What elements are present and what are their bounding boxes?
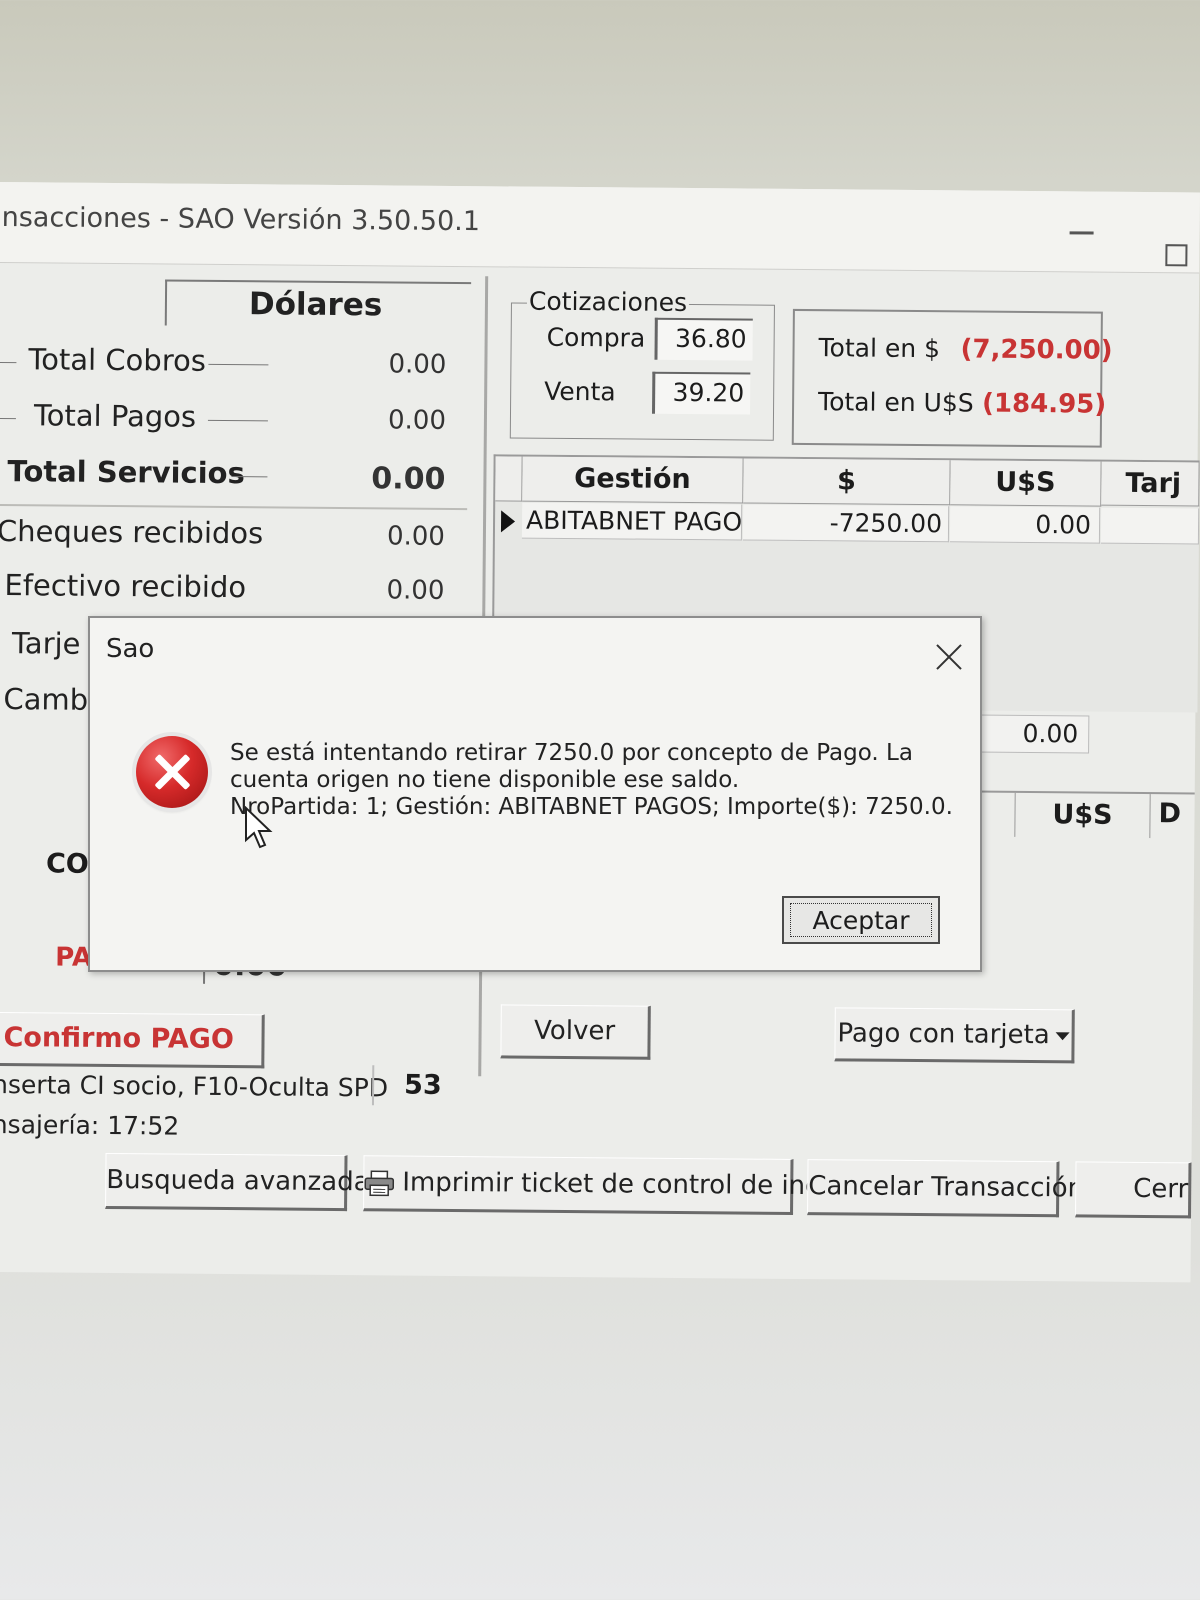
summary-value: 0.00: [371, 461, 446, 497]
dialog-message: Se está intentando retirar 7250.0 por co…: [230, 740, 953, 821]
summary-row-total-pagos: Total Pagos 0.00: [0, 398, 468, 442]
dialog-message-line: cuenta origen no tiene disponible ese sa…: [230, 767, 740, 793]
summary-value: 0.00: [386, 575, 445, 606]
busqueda-avanzada-button[interactable]: Busqueda avanzada: [105, 1152, 370, 1212]
summary-label: Total Pagos: [33, 398, 197, 434]
grid-cell-gestion[interactable]: ABITABNET PAGOS: [521, 502, 743, 541]
summary-label: Cheques recibidos: [0, 513, 264, 551]
grid-cell-tarjeta[interactable]: [1100, 507, 1200, 545]
summary-separator: [0, 503, 468, 511]
imprimir-label: Imprimir ticket de control de ingreso: [402, 1167, 878, 1202]
status-hint: nserta CI socio, F10-Oculta SPD: [0, 1069, 389, 1103]
dialog-title: Sao: [106, 634, 155, 664]
mouse-cursor-icon: [245, 806, 273, 849]
row-leader: [0, 361, 17, 364]
summary-value: 0.00: [386, 521, 446, 552]
pa-label: PA: [55, 942, 93, 973]
dropdown-caret-icon: [1055, 1031, 1070, 1040]
volver-button[interactable]: Volver: [500, 1004, 651, 1060]
dialog-message-line: Se está intentando retirar 7250.0 por co…: [230, 740, 913, 766]
grid-header-tarjeta[interactable]: Tarj: [1101, 461, 1200, 507]
title-bar: nsacciones - SAO Versión 3.50.50.1: [0, 182, 1200, 274]
error-icon: [136, 736, 208, 808]
error-dialog: Sao Se está intentando retirar 7250.0 po…: [88, 616, 982, 972]
summary-label: Camb: [3, 682, 89, 717]
row-leader: [207, 419, 268, 422]
venta-label: Venta: [544, 376, 616, 407]
row-pointer-icon: [500, 510, 516, 533]
summary-label: Total Servicios: [7, 454, 245, 491]
summary-label: Total Cobros: [28, 342, 207, 378]
total-pesos-label: Total en $: [818, 333, 941, 364]
grid-cell-pesos[interactable]: -7250.00: [742, 504, 950, 543]
maximize-icon[interactable]: [1165, 244, 1188, 267]
summary-label: Tarje: [11, 626, 81, 661]
cancelar-transaccion-button[interactable]: Cancelar Transacción: [807, 1159, 1084, 1218]
row-leader: [0, 417, 16, 420]
grid-header-usd[interactable]: U$S: [950, 460, 1102, 507]
venta-field: 39.20: [652, 371, 751, 415]
total-usd-label: Total en U$S: [817, 387, 974, 418]
total-pesos-value: (7,250.00): [960, 334, 1113, 366]
summary-row-total-cobros: Total Cobros 0.00: [0, 342, 469, 386]
tab-dolares[interactable]: Dólares: [249, 286, 383, 323]
summary-row-cheques: Cheques recibidos 0.00: [0, 514, 467, 558]
secondary-grid[interactable]: U$S D: [974, 790, 1195, 841]
confirmo-pago-button[interactable]: Confirmo PAGO: [0, 1011, 265, 1069]
minimize-icon[interactable]: [1069, 231, 1094, 235]
summary-label: Efectivo recibido: [4, 568, 247, 605]
right-total-field: 0.00: [975, 714, 1090, 754]
cotizaciones-legend: Cotizaciones: [526, 286, 690, 318]
grid-indicator-header: [495, 456, 523, 502]
compra-field: 36.80: [654, 317, 753, 361]
total-usd-value: (184.95): [981, 388, 1107, 420]
pago-tarjeta-button[interactable]: Pago con tarjeta: [834, 1007, 1075, 1064]
status-count: 53: [403, 1069, 442, 1101]
status-mensajeria: nsajería: 17:52: [0, 1109, 180, 1141]
status-separator: [371, 1065, 375, 1106]
aceptar-button[interactable]: Aceptar: [782, 896, 940, 944]
grid2-header-extra[interactable]: D: [1158, 798, 1181, 829]
grid-header-pesos[interactable]: $: [743, 458, 951, 506]
cerrar-button[interactable]: Cerr: [1075, 1161, 1192, 1219]
summary-row-total-servicios: Total Servicios 0.00: [0, 454, 468, 498]
dialog-message-line: NroPartida: 1; Gestión: ABITABNET PAGOS;…: [230, 794, 953, 820]
grid-cell-usd[interactable]: 0.00: [949, 506, 1101, 544]
grid2-header-usd[interactable]: U$S: [1014, 792, 1151, 839]
imprimir-ticket-button[interactable]: Imprimir ticket de control de ingreso: [363, 1155, 877, 1215]
printer-icon: [364, 1170, 395, 1196]
compra-label: Compra: [546, 322, 646, 353]
grid-header-gestion[interactable]: Gestión: [522, 456, 744, 504]
summary-row-efectivo: Efectivo recibido 0.00: [0, 568, 467, 612]
pago-tarjeta-label: Pago con tarjeta: [837, 1018, 1050, 1051]
summary-value: 0.00: [388, 349, 447, 380]
totals-group: [791, 308, 1103, 448]
aceptar-label: Aceptar: [790, 903, 932, 937]
row-leader: [208, 363, 269, 366]
co-label: CO: [45, 848, 89, 880]
summary-value: 0.00: [387, 405, 447, 436]
window-title: nsacciones - SAO Versión 3.50.50.1: [1, 202, 481, 238]
close-icon[interactable]: [934, 642, 964, 672]
